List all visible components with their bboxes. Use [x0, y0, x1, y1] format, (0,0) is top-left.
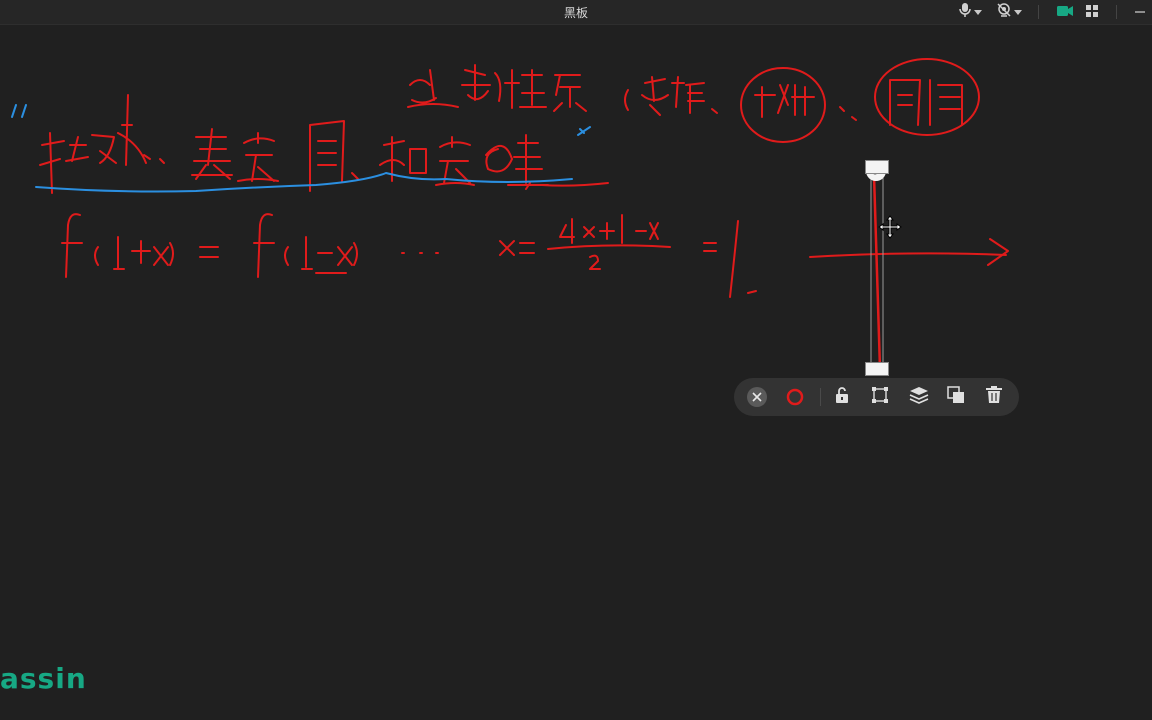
layers-icon	[909, 387, 929, 404]
divider	[1038, 5, 1039, 19]
title-bar: 黑板	[0, 0, 1152, 25]
grid-apps-icon	[1085, 3, 1099, 22]
microphone-button[interactable]	[958, 3, 982, 21]
blue-underline	[35, 171, 573, 193]
duplicate-icon	[947, 386, 964, 403]
video-button[interactable]	[1056, 3, 1074, 21]
brand-logo: assin	[0, 662, 87, 695]
unlock-icon	[836, 387, 848, 403]
handwriting-axis-arrow	[809, 238, 1009, 266]
ink-layer	[11, 58, 1009, 371]
blue-quote-open	[11, 104, 27, 118]
whiteboard-canvas[interactable]: ⟳	[0, 25, 1152, 720]
camera-off-icon	[996, 2, 1012, 22]
chevron-down-icon	[1014, 9, 1022, 15]
layers-button[interactable]	[909, 386, 931, 408]
selection-toolbar	[734, 378, 1019, 416]
resize-handle-top[interactable]	[865, 160, 889, 174]
delete-button[interactable]	[985, 386, 1007, 408]
stroke-color-icon	[786, 388, 804, 406]
minimize-button[interactable]	[1134, 3, 1146, 21]
selected-vertical-line[interactable]	[872, 173, 882, 371]
trash-icon	[986, 386, 1002, 403]
handwriting-function-properties	[407, 58, 980, 143]
duplicate-button[interactable]	[947, 386, 969, 408]
minimize-icon	[1134, 3, 1146, 22]
apps-button[interactable]	[1085, 3, 1099, 21]
handwriting-abstract-functions	[39, 94, 609, 194]
stroke-color-button[interactable]	[784, 386, 806, 408]
transform-button[interactable]	[871, 386, 893, 408]
toolbar-divider	[820, 388, 821, 406]
blue-quote-close	[577, 126, 591, 136]
handwriting-formula	[61, 213, 757, 298]
close-button[interactable]	[746, 386, 768, 408]
video-camera-icon	[1056, 3, 1074, 22]
close-icon	[747, 387, 767, 407]
transform-icon	[872, 387, 888, 403]
resize-handle-bottom[interactable]	[865, 362, 889, 376]
microphone-icon	[958, 2, 972, 22]
camera-toggle-button[interactable]	[996, 3, 1022, 21]
divider	[1116, 5, 1117, 19]
chevron-down-icon	[974, 9, 982, 15]
circle-symmetry	[740, 67, 826, 143]
lock-button[interactable]	[833, 386, 855, 408]
